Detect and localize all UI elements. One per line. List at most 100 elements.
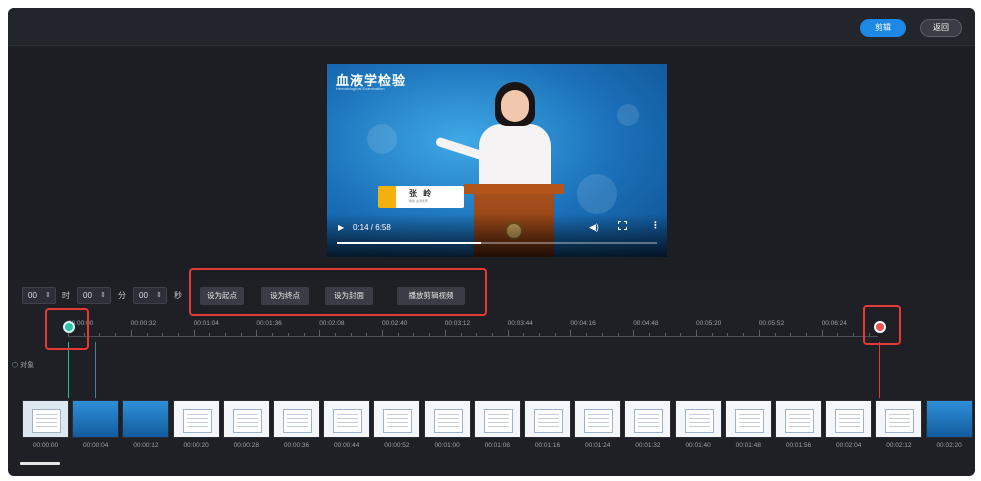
ruler-tick: [130, 330, 132, 336]
ruler-tick-label: 00:05:20: [696, 320, 722, 327]
ruler-tick-label: 00:06:24: [821, 320, 847, 327]
ruler-tick: [821, 330, 823, 336]
video-course-subtitle: Hematological Examination: [336, 86, 385, 91]
presenter-caption: 教授 主讲老师: [409, 199, 428, 203]
thumbnail-slide: [383, 409, 413, 433]
ruler-tick: [225, 333, 226, 336]
ruler-tick: [554, 333, 556, 336]
thumbnail-frame[interactable]: [22, 400, 69, 438]
ruler-tick: [617, 333, 619, 336]
end-marker-line: [879, 342, 880, 398]
ruler-tick: [209, 333, 211, 336]
thumbnail-time: 00:00:44: [334, 442, 360, 449]
fullscreen-icon[interactable]: [618, 221, 627, 230]
track-label: ⬡ 对象: [12, 360, 34, 370]
ruler-tick-label: 00:01:36: [256, 320, 282, 327]
thumbnail-slide: [734, 409, 764, 433]
ruler-tick: [523, 333, 525, 336]
video-player[interactable]: 血液学检验 Hematological Examination 张 岭 教授 主…: [327, 64, 667, 257]
thumbnail-time: 00:01:40: [685, 442, 711, 449]
timeline-ruler[interactable]: 00:00:00 00:00:32 00:01:04 00:01:36 00:02:08…: [8, 312, 975, 344]
start-marker-line: [68, 342, 69, 398]
thumbnail-frame[interactable]: [273, 400, 320, 438]
thumbnail-frame[interactable]: [875, 400, 923, 438]
thumbnail-frame[interactable]: [724, 400, 772, 438]
thumbnail-frame[interactable]: [473, 400, 521, 438]
minutes-stepper[interactable]: 00 ⇕: [77, 287, 111, 304]
play-clip-button[interactable]: 播放剪辑视频: [397, 287, 465, 305]
start-marker-handle[interactable]: [63, 321, 75, 333]
thumbnail-frame[interactable]: [925, 400, 973, 438]
set-start-button[interactable]: 设为起点: [200, 287, 244, 305]
thumbnail-frame[interactable]: [524, 400, 571, 438]
bokeh-light: [617, 104, 639, 126]
presenter-arm: [434, 136, 486, 161]
track-label-text: 对象: [20, 362, 35, 369]
back-button[interactable]: 返回: [920, 19, 962, 37]
ruler-tick: [99, 333, 101, 336]
video-time-display: 0:14 / 6:58: [353, 223, 391, 232]
video-progress-bar[interactable]: [337, 242, 657, 244]
volume-icon[interactable]: ◀): [589, 222, 599, 233]
more-options-icon[interactable]: ⋮: [651, 220, 660, 231]
stepper-arrows-icon[interactable]: ⇕: [156, 288, 162, 303]
thumbnail-time: 00:01:16: [534, 442, 561, 449]
thumbnail-frame[interactable]: [574, 400, 622, 438]
hours-value: 00: [28, 291, 37, 300]
thumbnail-frame[interactable]: [222, 400, 270, 438]
video-clip-editor: 剪辑 返回 血液学检验 Hematological Examination 张 …: [8, 8, 975, 476]
ruler-tick: [193, 330, 195, 336]
thumbnail-frame[interactable]: [172, 400, 220, 438]
set-end-button[interactable]: 设为终点: [261, 287, 309, 305]
ruler-tick: [146, 333, 148, 336]
thumbnail-slide: [232, 409, 262, 433]
thumbnail-slide: [885, 409, 915, 433]
bokeh-light: [367, 124, 397, 154]
thumbnail-frame[interactable]: [674, 400, 722, 438]
stepper-arrows-icon[interactable]: ⇕: [100, 288, 106, 303]
clip-toolbar: 00 ⇕ 时 00 ⇕ 分 00 ⇕ 秒 设为起点 设为终点 设为封面 播放剪辑…: [8, 283, 975, 307]
ruler-tick-label: 00:01:04: [193, 320, 219, 327]
video-controls-bar: [327, 214, 667, 257]
ruler-tick: [334, 333, 336, 336]
hours-stepper[interactable]: 00 ⇕: [22, 287, 56, 304]
clip-button[interactable]: 剪辑: [860, 19, 906, 37]
stepper-arrows-icon[interactable]: ⇕: [45, 288, 51, 303]
ruler-tick: [413, 333, 415, 336]
thumbnail-frame[interactable]: [373, 400, 421, 438]
thumbnail-time: 00:00:04: [83, 442, 109, 449]
thumbnail-slide: [534, 409, 563, 433]
presenter-face: [501, 90, 529, 122]
thumbnail-slide: [283, 409, 312, 433]
ruler-tick: [539, 333, 540, 336]
set-cover-button[interactable]: 设为封面: [325, 287, 373, 305]
thumbnail-frame[interactable]: [122, 400, 170, 438]
thumbnail-time: 00:02:04: [836, 442, 862, 449]
ruler-tick: [570, 330, 572, 336]
selected-thumbnail-indicator: [20, 462, 60, 465]
thumbnail-slide: [32, 409, 61, 433]
ruler-tick: [287, 333, 289, 336]
thumbnail-frame[interactable]: [72, 400, 120, 438]
minutes-value: 00: [83, 291, 92, 300]
ruler-tick: [272, 333, 274, 336]
ruler-tick: [664, 333, 666, 336]
seconds-value: 00: [139, 291, 148, 300]
play-icon[interactable]: ▶: [338, 223, 344, 232]
thumbnail-frame[interactable]: [423, 400, 471, 438]
thumbnail-time: 00:01:48: [735, 442, 761, 449]
thumbnail-frame[interactable]: [323, 400, 371, 438]
video-progress-fill: [337, 242, 481, 244]
ruler-tick: [83, 333, 85, 336]
end-marker-handle[interactable]: [874, 321, 886, 333]
ruler-tick: [162, 333, 164, 336]
ruler-tick: [397, 333, 399, 336]
thumbnail-slide: [483, 409, 513, 433]
ruler-tick: [350, 333, 352, 336]
thumbnail-frame[interactable]: [825, 400, 873, 438]
seconds-stepper[interactable]: 00 ⇕: [133, 287, 167, 304]
thumbnail-frame[interactable]: [624, 400, 672, 438]
ruler-tick-label: 00:05:52: [758, 320, 785, 327]
hours-unit: 时: [62, 291, 70, 300]
thumbnail-frame[interactable]: [775, 400, 822, 438]
